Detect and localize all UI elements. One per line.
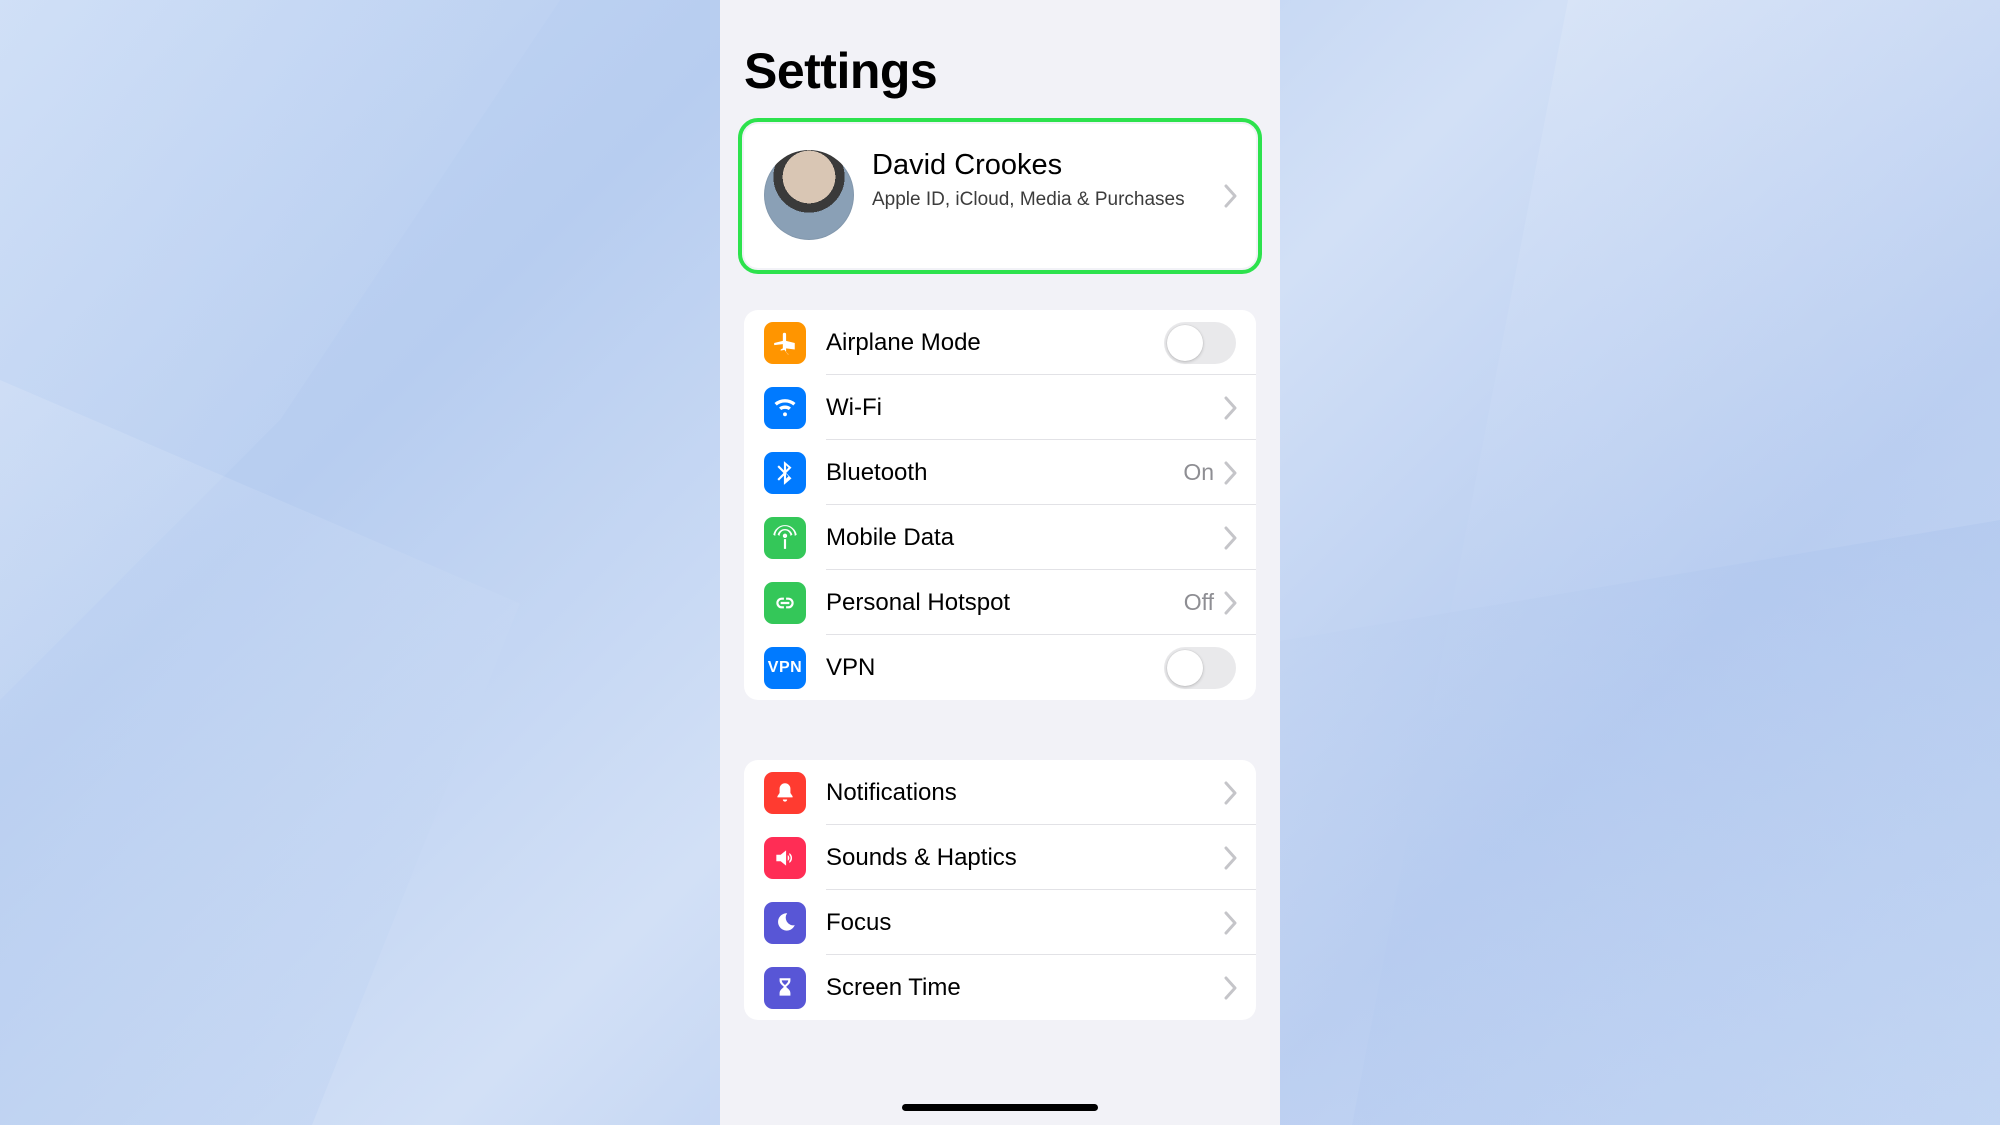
bluetooth-icon	[764, 452, 806, 494]
avatar	[764, 150, 854, 240]
vpn-toggle[interactable]	[1164, 647, 1236, 689]
chevron-right-icon	[1224, 846, 1238, 870]
row-label: Personal Hotspot	[826, 589, 1184, 617]
chevron-right-icon	[1224, 184, 1238, 208]
iphone-settings-screen: Settings David Crookes Apple ID, iCloud,…	[720, 0, 1280, 1125]
settings-group-system: Notifications Sounds & Haptics Focus	[744, 760, 1256, 1020]
apple-id-text: David Crookes Apple ID, iCloud, Media & …	[872, 150, 1200, 212]
row-label: Airplane Mode	[826, 329, 1164, 357]
row-label: Wi-Fi	[826, 394, 1224, 422]
antenna-icon	[764, 517, 806, 559]
row-value: On	[1183, 459, 1214, 486]
chevron-right-icon	[1224, 781, 1238, 805]
chevron-right-icon	[1224, 396, 1238, 420]
row-focus[interactable]: Focus	[744, 890, 1256, 955]
bell-icon	[764, 772, 806, 814]
chevron-right-icon	[1224, 461, 1238, 485]
row-wifi[interactable]: Wi-Fi	[744, 375, 1256, 440]
vpn-icon: VPN	[764, 647, 806, 689]
chevron-right-icon	[1224, 526, 1238, 550]
apple-id-name: David Crookes	[872, 150, 1200, 182]
link-icon	[764, 582, 806, 624]
apple-id-subtitle: Apple ID, iCloud, Media & Purchases	[872, 188, 1200, 212]
apple-id-row[interactable]: David Crookes Apple ID, iCloud, Media & …	[744, 124, 1256, 268]
row-bluetooth[interactable]: Bluetooth On	[744, 440, 1256, 505]
row-screen-time[interactable]: Screen Time	[744, 955, 1256, 1020]
airplane-icon	[764, 322, 806, 364]
row-label: Sounds & Haptics	[826, 844, 1224, 872]
moon-icon	[764, 902, 806, 944]
chevron-right-icon	[1224, 591, 1238, 615]
speaker-icon	[764, 837, 806, 879]
hourglass-icon	[764, 967, 806, 1009]
row-label: Focus	[826, 909, 1224, 937]
row-label: Screen Time	[826, 974, 1224, 1002]
row-sounds-haptics[interactable]: Sounds & Haptics	[744, 825, 1256, 890]
row-notifications[interactable]: Notifications	[744, 760, 1256, 825]
row-label: VPN	[826, 654, 1164, 682]
wifi-icon	[764, 387, 806, 429]
row-value: Off	[1184, 589, 1214, 616]
home-indicator[interactable]	[902, 1104, 1098, 1111]
chevron-right-icon	[1224, 911, 1238, 935]
page-title: Settings	[744, 42, 937, 100]
row-airplane-mode[interactable]: Airplane Mode	[744, 310, 1256, 375]
row-vpn[interactable]: VPN VPN	[744, 635, 1256, 700]
row-label: Bluetooth	[826, 459, 1183, 487]
row-label: Notifications	[826, 779, 1224, 807]
row-label: Mobile Data	[826, 524, 1224, 552]
bg-facet	[0, 380, 520, 1125]
row-personal-hotspot[interactable]: Personal Hotspot Off	[744, 570, 1256, 635]
row-mobile-data[interactable]: Mobile Data	[744, 505, 1256, 570]
article-backdrop: Settings David Crookes Apple ID, iCloud,…	[0, 0, 2000, 1125]
settings-group-connectivity: Airplane Mode Wi-Fi Bluetooth On	[744, 310, 1256, 700]
chevron-right-icon	[1224, 976, 1238, 1000]
bg-facet	[1280, 520, 2000, 1125]
airplane-toggle[interactable]	[1164, 322, 1236, 364]
